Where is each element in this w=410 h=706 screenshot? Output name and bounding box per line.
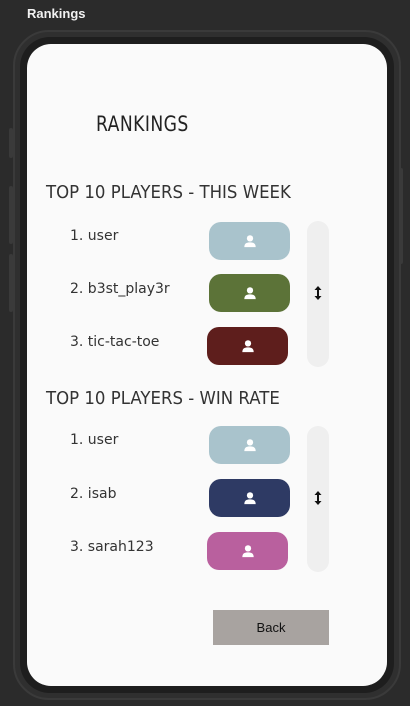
section-title-this-week: TOP 10 PLAYERS - THIS WEEK [46, 182, 291, 203]
scrollbar-this-week[interactable] [307, 221, 329, 367]
vertical-resize-arrows-icon [314, 286, 322, 300]
player-avatar-button[interactable] [207, 327, 288, 365]
section-title-win-rate: TOP 10 PLAYERS - WIN RATE [46, 388, 280, 409]
user-icon [243, 439, 256, 452]
vertical-resize-arrows-icon [314, 491, 322, 505]
player-name: 2. b3st_play3r [70, 281, 170, 297]
player-avatar-button[interactable] [209, 479, 290, 517]
player-avatar-button[interactable] [207, 532, 288, 570]
player-name: 1. user [70, 432, 119, 448]
window-title: Rankings [27, 6, 86, 21]
scrollbar-win-rate[interactable] [307, 426, 329, 572]
title-bar: Rankings [0, 0, 410, 30]
page-title: RANKINGS [96, 112, 189, 136]
user-icon [243, 235, 256, 248]
player-avatar-button[interactable] [209, 426, 290, 464]
user-icon [243, 287, 256, 300]
phone-side-button-3 [9, 254, 13, 312]
player-name: 3. sarah123 [70, 539, 154, 555]
player-name: 2. isab [70, 486, 117, 502]
app-window: Rankings RANKINGS TOP 10 PLAYERS - THIS … [0, 0, 410, 706]
phone-side-button-4 [399, 168, 403, 264]
player-name: 3. tic-tac-toe [70, 334, 160, 350]
player-avatar-button[interactable] [209, 274, 290, 312]
player-name: 1. user [70, 228, 119, 244]
back-button[interactable]: Back [213, 610, 329, 645]
phone-side-button-2 [9, 186, 13, 244]
phone-side-button-1 [9, 128, 13, 158]
user-icon [241, 545, 254, 558]
screen: RANKINGS TOP 10 PLAYERS - THIS WEEK 1. u… [27, 44, 387, 686]
player-avatar-button[interactable] [209, 222, 290, 260]
user-icon [243, 492, 256, 505]
user-icon [241, 340, 254, 353]
